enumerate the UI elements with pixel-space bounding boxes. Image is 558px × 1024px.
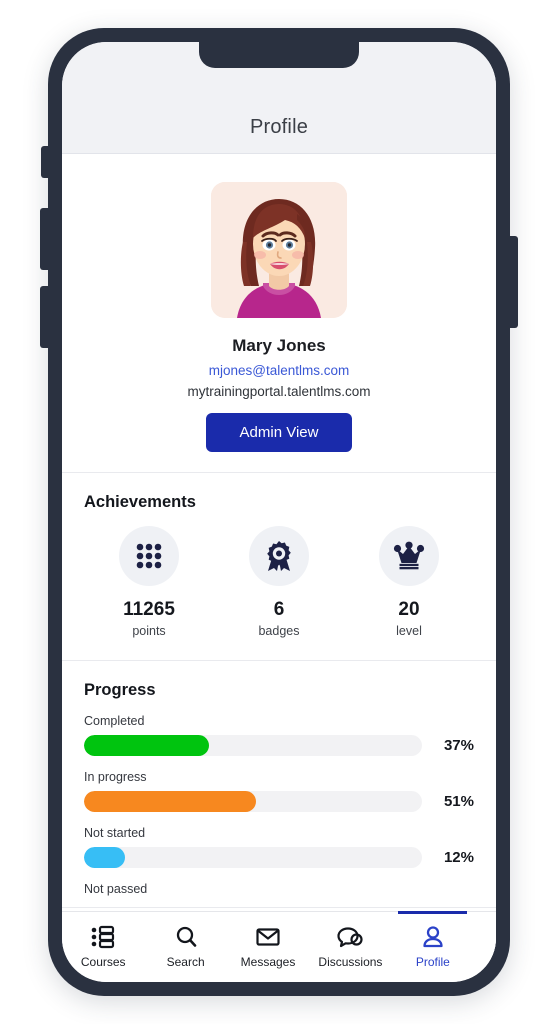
achievement-level[interactable]: 20 level	[345, 526, 474, 638]
progress-label-not-started: Not started	[84, 826, 146, 840]
level-value: 20	[398, 599, 420, 620]
progress-track-not-started	[84, 847, 422, 868]
phone-notch	[199, 42, 359, 68]
user-avatar-illustration	[211, 182, 347, 318]
progress-percent-completed: 37%	[443, 737, 474, 754]
profile-section: Mary Jones mjones@talentlms.com mytraini…	[62, 154, 496, 473]
chat-bubbles-icon	[337, 927, 364, 948]
progress-track-in-progress	[84, 791, 422, 812]
progress-percent-not-started: 12%	[443, 849, 474, 866]
dot-grid-icon-container	[119, 526, 179, 586]
courses-list-icon	[91, 925, 115, 949]
achievements-title: Achievements	[84, 493, 196, 511]
progress-row-in-progress: In progress 51%	[84, 770, 474, 812]
avatar[interactable]	[211, 182, 347, 318]
achievement-points[interactable]: 11265 points	[85, 526, 214, 638]
nav-filler	[474, 912, 496, 982]
mute-switch-button[interactable]	[41, 146, 49, 178]
progress-row-not-started: Not started 12%	[84, 826, 474, 868]
crown-icon-container	[379, 526, 439, 586]
progress-row-not-passed: Not passed	[84, 882, 474, 896]
nav-label-discussions: Discussions	[318, 955, 383, 969]
dot-grid-icon	[136, 543, 162, 569]
progress-percent-in-progress: 51%	[443, 793, 474, 810]
progress-fill-completed	[84, 735, 210, 756]
portal-url: mytrainingportal.talentlms.com	[187, 384, 371, 399]
progress-label-not-passed: Not passed	[84, 882, 148, 896]
search-icon	[176, 926, 196, 947]
progress-track-completed	[84, 735, 422, 756]
nav-label-profile: Profile	[415, 955, 450, 969]
points-label: points	[132, 624, 166, 638]
nav-item-messages[interactable]: Messages	[227, 912, 309, 982]
progress-label-completed: Completed	[84, 714, 145, 728]
progress-title: Progress	[84, 681, 156, 699]
user-email-link[interactable]: mjones@talentlms.com	[209, 363, 350, 378]
volume-up-button[interactable]	[40, 208, 49, 270]
progress-section: Progress Completed 37% In progress 51% N…	[62, 661, 496, 908]
achievements-row: 11265 points 6 badges 20 level	[84, 526, 474, 638]
achievements-section: Achievements 11265 points 6 badges 20 le…	[62, 473, 496, 661]
admin-view-button[interactable]: Admin View	[205, 413, 353, 452]
bottom-navigation: Courses Search Messages Discussions Prof…	[62, 911, 496, 982]
nav-label-search: Search	[166, 955, 205, 969]
nav-item-discussions[interactable]: Discussions	[309, 912, 391, 982]
nav-item-courses[interactable]: Courses	[62, 912, 144, 982]
nav-label-messages: Messages	[240, 955, 296, 969]
nav-item-search[interactable]: Search	[144, 912, 226, 982]
phone-frame: Profile Mary Jones mjones@talentlms.com …	[40, 28, 518, 996]
nav-item-profile[interactable]: Profile	[392, 911, 474, 982]
progress-row-completed: Completed 37%	[84, 714, 474, 756]
person-icon	[423, 926, 443, 948]
nav-active-indicator	[398, 911, 468, 914]
volume-down-button[interactable]	[40, 286, 49, 348]
progress-label-in-progress: In progress	[84, 770, 147, 784]
user-name: Mary Jones	[232, 336, 326, 355]
badges-label: badges	[258, 624, 300, 638]
page-title: Profile	[249, 116, 309, 138]
nav-label-courses: Courses	[80, 955, 126, 969]
app-body: Mary Jones mjones@talentlms.com mytraini…	[62, 154, 496, 911]
badge-ribbon-icon	[267, 541, 291, 571]
power-button[interactable]	[509, 236, 518, 328]
progress-fill-in-progress	[84, 791, 257, 812]
badges-value: 6	[273, 599, 285, 620]
envelope-icon	[256, 928, 280, 946]
level-label: level	[396, 624, 422, 638]
points-value: 11265	[123, 599, 175, 620]
crown-icon	[393, 541, 425, 570]
achievement-badges[interactable]: 6 badges	[215, 526, 344, 638]
badge-ribbon-icon-container	[249, 526, 309, 586]
progress-fill-not-started	[84, 847, 125, 868]
phone-screen: Profile Mary Jones mjones@talentlms.com …	[62, 42, 496, 982]
